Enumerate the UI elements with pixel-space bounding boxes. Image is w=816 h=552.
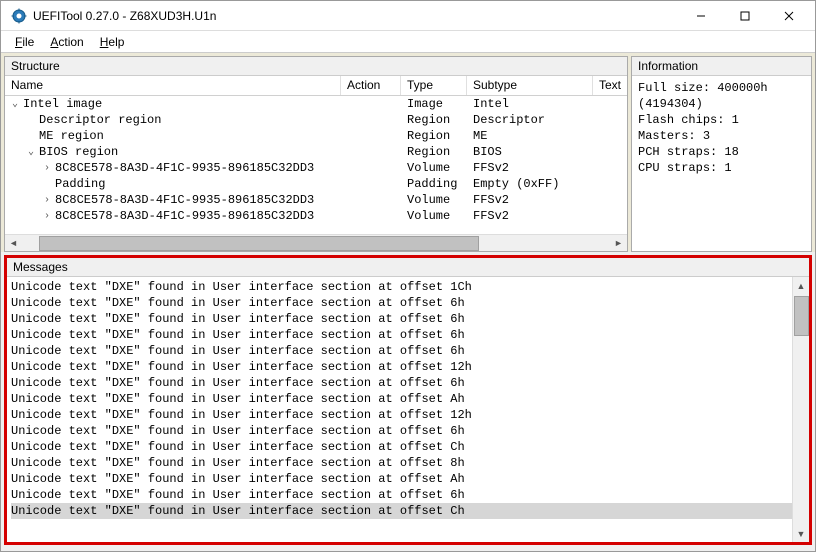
tree-node-name: Intel image [23, 97, 102, 111]
tree-row[interactable]: ›8C8CE578-8A3D-4F1C-9935-896185C32DD3 Vol… [5, 192, 627, 208]
message-row[interactable]: Unicode text "DXE" found in User interfa… [11, 423, 805, 439]
chevron-right-icon[interactable]: › [41, 195, 53, 206]
scroll-thumb[interactable] [794, 296, 809, 336]
chevron-down-icon[interactable]: ⌄ [25, 146, 37, 158]
tree-node-name: BIOS region [39, 145, 118, 159]
col-subtype[interactable]: Subtype [467, 76, 593, 95]
tree-row[interactable]: ›8C8CE578-8A3D-4F1C-9935-896185C32DD3 Vol… [5, 208, 627, 224]
structure-hscrollbar[interactable]: ◄ ► [5, 234, 627, 251]
close-button[interactable] [767, 1, 811, 30]
col-text[interactable]: Text [593, 76, 627, 95]
messages-panel: Messages Unicode text "DXE" found in Use… [4, 255, 812, 545]
message-row[interactable]: Unicode text "DXE" found in User interfa… [11, 487, 805, 503]
tree-cell: ME [467, 129, 593, 143]
menu-help[interactable]: Help [92, 33, 133, 51]
tree-row[interactable]: ⌄Intel image ImageIntel [5, 96, 627, 112]
messages-vscrollbar[interactable]: ▲ ▼ [792, 277, 809, 542]
tree-cell: FFSv2 [467, 193, 593, 207]
message-row[interactable]: Unicode text "DXE" found in User interfa… [11, 407, 805, 423]
information-title: Information [632, 57, 811, 76]
tree-cell: Empty (0xFF) [467, 177, 593, 191]
col-action[interactable]: Action [341, 76, 401, 95]
message-row[interactable]: Unicode text "DXE" found in User interfa… [11, 503, 805, 519]
message-row[interactable]: Unicode text "DXE" found in User interfa… [11, 359, 805, 375]
menu-action[interactable]: Action [42, 33, 91, 51]
message-row[interactable]: Unicode text "DXE" found in User interfa… [11, 343, 805, 359]
message-row[interactable]: Unicode text "DXE" found in User interfa… [11, 279, 805, 295]
tree-node-name: 8C8CE578-8A3D-4F1C-9935-896185C32DD3 [55, 193, 314, 207]
app-icon [11, 8, 27, 24]
structure-tree[interactable]: Name Action Type Subtype Text ⌄Intel ima… [5, 76, 627, 234]
tree-cell: FFSv2 [467, 161, 593, 175]
message-row[interactable]: Unicode text "DXE" found in User interfa… [11, 391, 805, 407]
structure-panel: Structure Name Action Type Subtype Text … [4, 56, 628, 252]
messages-list[interactable]: Unicode text "DXE" found in User interfa… [7, 277, 809, 542]
message-row[interactable]: Unicode text "DXE" found in User interfa… [11, 439, 805, 455]
tree-header: Name Action Type Subtype Text [5, 76, 627, 96]
tree-node-name: 8C8CE578-8A3D-4F1C-9935-896185C32DD3 [55, 161, 314, 175]
tree-cell: BIOS [467, 145, 593, 159]
structure-title: Structure [5, 57, 627, 76]
col-name[interactable]: Name [5, 76, 341, 95]
message-row[interactable]: Unicode text "DXE" found in User interfa… [11, 295, 805, 311]
window-title: UEFITool 0.27.0 - Z68XUD3H.U1n [33, 9, 679, 23]
tree-row[interactable]: ›8C8CE578-8A3D-4F1C-9935-896185C32DD3 Vol… [5, 160, 627, 176]
message-row[interactable]: Unicode text "DXE" found in User interfa… [11, 471, 805, 487]
tree-row[interactable]: Descriptor region RegionDescriptor [5, 112, 627, 128]
tree-cell: Padding [401, 177, 467, 191]
tree-cell: Region [401, 113, 467, 127]
chevron-right-icon[interactable]: › [41, 163, 53, 174]
chevron-right-icon[interactable]: › [41, 211, 53, 222]
tree-cell: Volume [401, 209, 467, 223]
tree-cell: Volume [401, 161, 467, 175]
tree-node-name: 8C8CE578-8A3D-4F1C-9935-896185C32DD3 [55, 209, 314, 223]
menubar: File Action Help [1, 31, 815, 53]
message-row[interactable]: Unicode text "DXE" found in User interfa… [11, 327, 805, 343]
message-row[interactable]: Unicode text "DXE" found in User interfa… [11, 455, 805, 471]
tree-cell: Region [401, 129, 467, 143]
col-type[interactable]: Type [401, 76, 467, 95]
tree-row[interactable]: PaddingPaddingEmpty (0xFF) [5, 176, 627, 192]
information-panel: Information Full size: 400000h (4194304)… [631, 56, 812, 252]
tree-cell: FFSv2 [467, 209, 593, 223]
tree-cell: Descriptor [467, 113, 593, 127]
tree-node-name: ME region [39, 129, 104, 143]
tree-cell: Image [401, 97, 467, 111]
scroll-left-icon[interactable]: ◄ [5, 235, 22, 252]
messages-title: Messages [7, 258, 809, 277]
tree-row[interactable]: ME region RegionME [5, 128, 627, 144]
tree-cell: Volume [401, 193, 467, 207]
tree-node-name: Padding [55, 177, 105, 191]
menu-file[interactable]: File [7, 33, 42, 51]
tree-row[interactable]: ⌄BIOS region RegionBIOS [5, 144, 627, 160]
message-row[interactable]: Unicode text "DXE" found in User interfa… [11, 311, 805, 327]
tree-cell: Intel [467, 97, 593, 111]
scroll-thumb[interactable] [39, 236, 479, 251]
minimize-button[interactable] [679, 1, 723, 30]
tree-node-name: Descriptor region [39, 113, 161, 127]
scroll-right-icon[interactable]: ► [610, 235, 627, 252]
maximize-button[interactable] [723, 1, 767, 30]
scroll-down-icon[interactable]: ▼ [793, 525, 810, 542]
tree-cell: Region [401, 145, 467, 159]
information-text: Full size: 400000h (4194304) Flash chips… [632, 76, 811, 180]
scroll-up-icon[interactable]: ▲ [793, 277, 810, 294]
titlebar: UEFITool 0.27.0 - Z68XUD3H.U1n [1, 1, 815, 31]
chevron-down-icon[interactable]: ⌄ [9, 98, 21, 110]
message-row[interactable]: Unicode text "DXE" found in User interfa… [11, 375, 805, 391]
